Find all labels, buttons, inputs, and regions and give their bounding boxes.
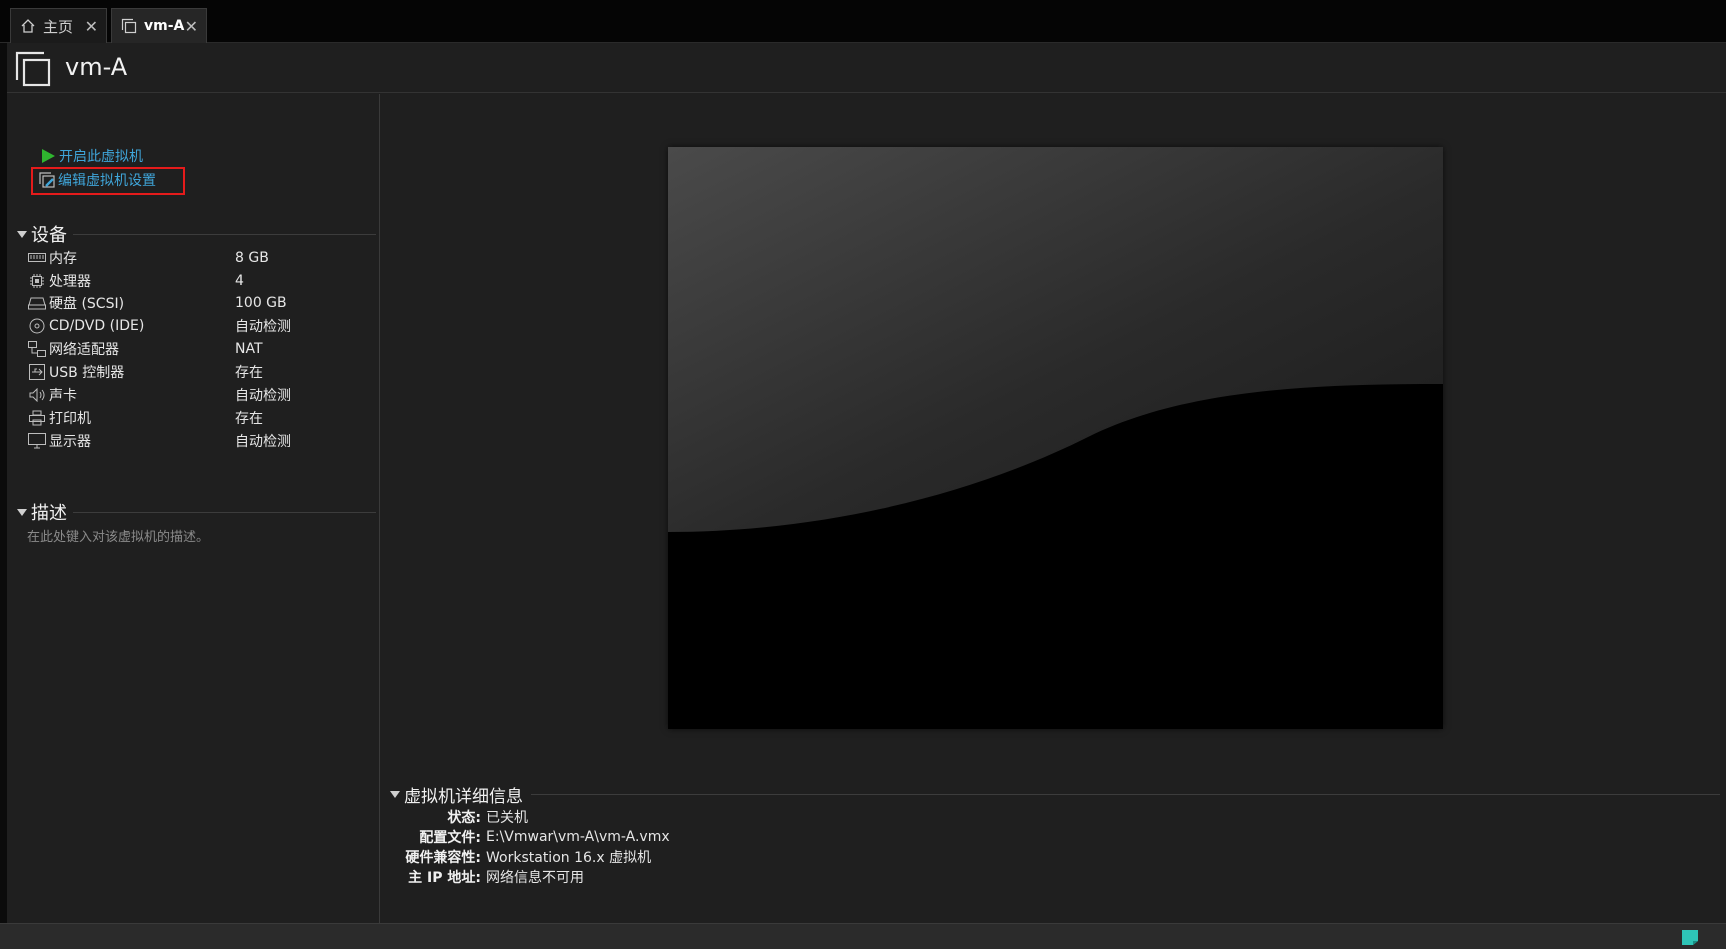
vm-summary-page: vm-A 开启此虚拟机 编辑虚拟机设置 设备 内存 8 GB 处理器 4 硬盘 … <box>7 43 1726 923</box>
edit-vm-settings-label: 编辑虚拟机设置 <box>58 173 156 189</box>
tab-home[interactable]: 主页 ✕ <box>10 8 107 43</box>
device-value: 存在 <box>235 411 263 427</box>
usb-icon <box>27 363 47 381</box>
detail-value: 网络信息不可用 <box>486 870 584 886</box>
divider <box>73 233 376 235</box>
detail-value: E:\Vmwar\vm-A\vm-A.vmx <box>486 829 670 845</box>
device-cpu[interactable]: 处理器 4 <box>27 270 367 292</box>
device-name: 硬盘 (SCSI) <box>49 296 125 312</box>
vm-preview-graphic <box>668 147 1443 729</box>
collapse-triangle-icon <box>17 508 27 516</box>
device-name: 网络适配器 <box>49 342 119 358</box>
edit-vm-settings-link[interactable]: 编辑虚拟机设置 <box>38 170 156 190</box>
detail-key: 硬件兼容性: <box>405 850 481 866</box>
device-printer[interactable]: 打印机 存在 <box>27 407 367 429</box>
tab-vm-label: vm-A <box>144 18 185 34</box>
detail-row-hardware-compat: 硬件兼容性: Workstation 16.x 虚拟机 <box>390 847 651 867</box>
device-name: 显示器 <box>49 434 91 450</box>
printer-icon <box>27 409 47 427</box>
device-value: 存在 <box>235 365 263 381</box>
close-icon[interactable]: ✕ <box>185 17 198 36</box>
play-icon <box>39 147 57 165</box>
page-title: vm-A <box>65 53 128 81</box>
device-name: 打印机 <box>49 411 91 427</box>
cpu-icon <box>27 272 47 290</box>
device-network-adapter[interactable]: 网络适配器 NAT <box>27 338 367 360</box>
detail-value: 已关机 <box>486 810 528 826</box>
device-name: 声卡 <box>49 388 77 404</box>
vm-screen-preview[interactable] <box>668 147 1443 729</box>
home-icon <box>19 17 37 35</box>
collapse-triangle-icon <box>17 230 27 238</box>
collapse-triangle-icon <box>390 791 400 798</box>
description-heading: 描述 <box>31 503 67 524</box>
cd-dvd-icon <box>27 317 47 335</box>
sound-card-icon <box>27 386 47 404</box>
message-log-icon[interactable] <box>1681 929 1699 946</box>
edit-settings-icon <box>38 171 56 189</box>
close-icon[interactable]: ✕ <box>85 17 98 36</box>
device-cd-dvd[interactable]: CD/DVD (IDE) 自动检测 <box>27 315 367 337</box>
device-name: CD/DVD (IDE) <box>49 318 145 334</box>
vm-details-heading: 虚拟机详细信息 <box>404 787 523 807</box>
device-name: 处理器 <box>49 274 91 290</box>
vm-icon <box>120 17 138 35</box>
detail-key: 配置文件: <box>419 830 481 846</box>
memory-icon <box>27 249 47 267</box>
window-edge <box>0 43 7 923</box>
device-value: 自动检测 <box>235 388 291 404</box>
device-value: NAT <box>235 341 263 357</box>
display-icon <box>27 432 47 450</box>
device-memory[interactable]: 内存 8 GB <box>27 247 367 269</box>
tab-home-label: 主页 <box>43 17 74 36</box>
start-vm-label: 开启此虚拟机 <box>59 149 143 165</box>
network-adapter-icon <box>27 340 47 358</box>
description-section-header[interactable]: 描述 <box>17 499 376 525</box>
vm-details-section-header[interactable]: 虚拟机详细信息 <box>390 782 1720 807</box>
device-value: 自动检测 <box>235 319 291 335</box>
detail-row-status: 状态: 已关机 <box>390 807 528 827</box>
detail-row-ip-address: 主 IP 地址: 网络信息不可用 <box>390 867 584 887</box>
device-value: 100 GB <box>235 295 287 311</box>
device-name: USB 控制器 <box>49 365 125 381</box>
status-bar <box>0 923 1726 949</box>
device-value: 8 GB <box>235 250 269 266</box>
divider <box>531 794 1720 795</box>
detail-key: 主 IP 地址: <box>408 870 481 886</box>
devices-section-header[interactable]: 设备 <box>17 221 376 247</box>
start-vm-link[interactable]: 开启此虚拟机 <box>39 146 143 166</box>
description-placeholder[interactable]: 在此处键入对该虚拟机的描述。 <box>27 526 209 545</box>
device-display[interactable]: 显示器 自动检测 <box>27 430 367 452</box>
vm-title-bar: vm-A <box>7 43 1726 93</box>
device-hard-disk[interactable]: 硬盘 (SCSI) 100 GB <box>27 292 367 314</box>
left-panel: 开启此虚拟机 编辑虚拟机设置 设备 内存 8 GB 处理器 4 硬盘 (SCSI… <box>7 94 380 923</box>
device-value: 自动检测 <box>235 434 291 450</box>
tab-vm-a[interactable]: vm-A ✕ <box>111 8 207 43</box>
detail-key: 状态: <box>447 810 481 826</box>
device-name: 内存 <box>49 251 77 267</box>
detail-value: Workstation 16.x 虚拟机 <box>486 850 652 866</box>
divider <box>73 511 376 513</box>
device-usb-controller[interactable]: USB 控制器 存在 <box>27 361 367 383</box>
detail-row-config-file: 配置文件: E:\Vmwar\vm-A\vm-A.vmx <box>390 827 670 847</box>
tab-bar: 主页 ✕ vm-A ✕ <box>0 0 1726 43</box>
device-sound-card[interactable]: 声卡 自动检测 <box>27 384 367 406</box>
device-value: 4 <box>235 273 244 289</box>
hard-disk-icon <box>27 294 47 312</box>
vm-large-icon <box>15 51 51 87</box>
devices-heading: 设备 <box>31 225 67 246</box>
